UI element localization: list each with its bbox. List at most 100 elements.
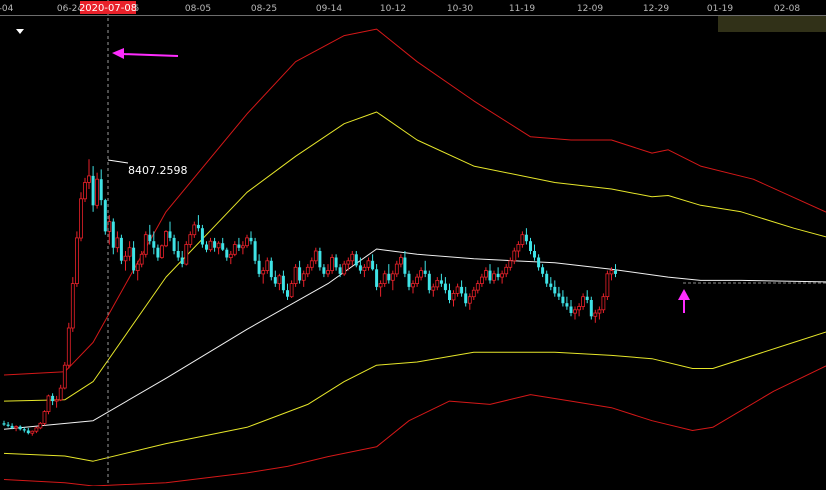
candle-body (362, 266, 367, 271)
candlestick-chart[interactable]: -0406-2407-1608-0508-2509-1410-1210-3011… (0, 0, 826, 487)
candle-body (471, 289, 476, 298)
candle-body (83, 182, 87, 200)
candle-body (585, 296, 589, 300)
candle-body (168, 231, 172, 238)
candle[interactable] (601, 293, 606, 313)
candle-body (30, 430, 35, 434)
candle[interactable] (46, 394, 51, 415)
candle-body (103, 200, 107, 232)
candle[interactable] (164, 230, 168, 248)
candle-body (132, 247, 136, 271)
candle-body (375, 269, 379, 287)
date-tick-label: 10-30 (447, 4, 473, 14)
highlight-date-box: 2020-07-08 (79, 1, 137, 14)
candle-body (14, 426, 19, 429)
candle-body (221, 243, 225, 250)
candle[interactable] (103, 198, 107, 235)
candle-body (245, 237, 249, 247)
candle-body (79, 198, 83, 239)
candle[interactable] (184, 241, 189, 266)
candle-body (70, 283, 75, 329)
candle-body (342, 263, 347, 275)
candle-body (261, 270, 266, 275)
candle-body (293, 266, 298, 284)
candle-body (22, 429, 26, 431)
candle[interactable] (66, 322, 71, 369)
candle[interactable] (38, 422, 43, 430)
candle-body (448, 290, 451, 300)
candle-body (549, 283, 553, 287)
candle-body (127, 247, 132, 257)
chart-background (0, 0, 826, 486)
candle-body (46, 395, 51, 412)
candle[interactable] (42, 410, 47, 426)
candle[interactable] (293, 264, 298, 287)
candle[interactable] (253, 237, 257, 265)
candle-body (51, 395, 55, 402)
candle-body (545, 273, 549, 284)
candle-body (281, 275, 285, 291)
candle-body (537, 257, 541, 268)
peak-price-label: 8407.2598 (128, 164, 188, 177)
candle-body (205, 244, 208, 250)
candle-body (318, 251, 322, 268)
candle-body (228, 253, 233, 259)
candle[interactable] (269, 257, 273, 281)
candle-body (326, 270, 330, 275)
candle[interactable] (159, 244, 164, 259)
candle-body (407, 273, 411, 287)
chart-canvas[interactable]: -0406-2407-1608-0508-2509-1410-1210-3011… (0, 0, 826, 487)
candle[interactable] (75, 231, 79, 287)
candle-body (614, 270, 617, 274)
candle-body (240, 245, 245, 249)
candle-body (561, 296, 565, 304)
candle-body (524, 234, 528, 242)
candle-body (123, 255, 128, 262)
candle-body (354, 254, 358, 266)
candle-body (346, 260, 351, 265)
candle-body (334, 257, 338, 268)
candle[interactable] (200, 224, 204, 248)
candle-body (301, 273, 306, 281)
candle-body (338, 267, 342, 274)
candle-body (208, 240, 213, 251)
date-tick-label: 10-12 (380, 4, 406, 14)
candle-body (289, 283, 294, 298)
candle-body (42, 411, 47, 424)
candle[interactable] (62, 362, 67, 390)
candle[interactable] (318, 247, 322, 271)
candle[interactable] (589, 296, 593, 320)
candle-body (483, 270, 488, 278)
candle-body (512, 250, 517, 262)
candle-body (382, 273, 387, 284)
candle-body (58, 387, 63, 401)
candle-body (62, 364, 67, 389)
date-tick-label: -04 (0, 4, 14, 14)
highlight-date-label: 2020-07-08 (79, 3, 137, 14)
candle-body (75, 237, 79, 284)
date-tick-label: 01-19 (707, 4, 733, 14)
candle-body (403, 257, 407, 274)
candle-body (451, 292, 456, 301)
candle-body (358, 265, 362, 271)
candle-body (516, 244, 521, 252)
candle[interactable] (143, 231, 148, 258)
candle-body (249, 237, 253, 242)
candle-body (398, 257, 403, 265)
candle[interactable] (330, 254, 335, 274)
candle-body (192, 224, 197, 236)
candle[interactable] (427, 270, 431, 294)
date-tick-label: 08-05 (185, 4, 211, 14)
candle[interactable] (70, 277, 75, 332)
candle-body (54, 399, 59, 402)
candle-body (322, 267, 326, 274)
candle-body (6, 424, 10, 426)
candle-body (298, 267, 302, 281)
candle-body (565, 303, 569, 307)
candle[interactable] (79, 192, 83, 242)
candle-body (216, 242, 221, 249)
candle[interactable] (605, 270, 610, 300)
candle-body (541, 267, 545, 274)
candle[interactable] (119, 234, 123, 265)
candle-body (366, 260, 371, 268)
